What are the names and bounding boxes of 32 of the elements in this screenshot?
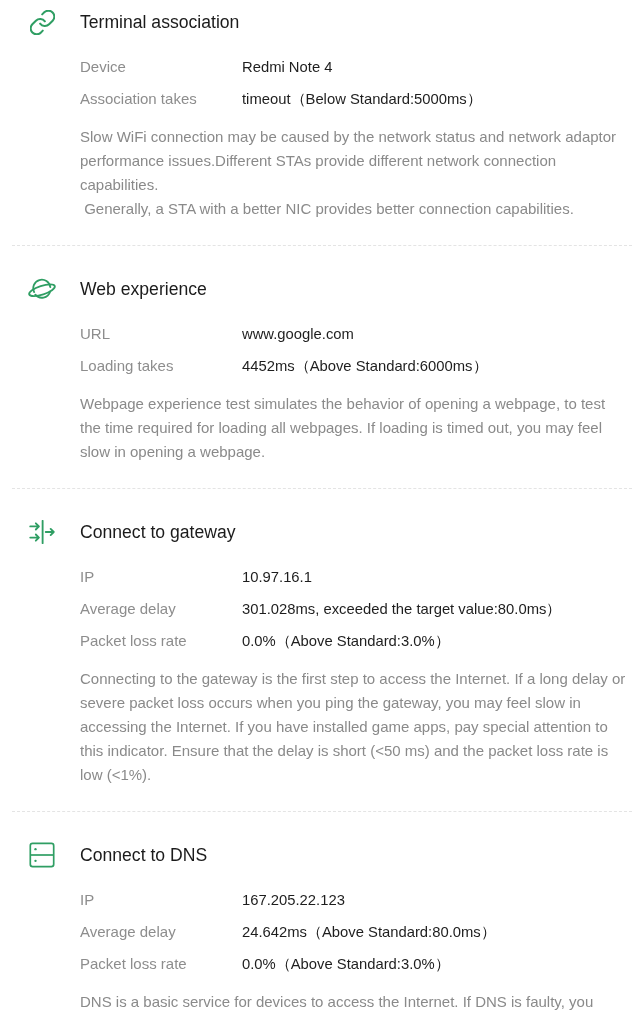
link-icon [29, 9, 55, 35]
field-value: 4452ms（Above Standard:6000ms） [242, 357, 488, 376]
field-label: IP [80, 890, 95, 910]
field-value: 0.0%（Above Standard:3.0%） [242, 632, 450, 651]
field-label: IP [80, 567, 95, 587]
field-label: Packet loss rate [80, 631, 187, 651]
field-label: URL [80, 324, 110, 344]
field-label: Loading takes [80, 356, 174, 376]
field-value: timeout（Below Standard:5000ms） [242, 90, 482, 109]
field-value: 10.97.16.1 [242, 568, 312, 587]
field-value: 24.642ms（Above Standard:80.0ms） [242, 923, 496, 942]
field-label: Device [80, 57, 126, 77]
field-value: Redmi Note 4 [242, 58, 333, 77]
description-text: DNS is a basic service for devices to access the Internet. If DNS is faulty, you [80, 992, 595, 1012]
field-label: Average delay [80, 599, 176, 619]
planet-icon [27, 278, 57, 300]
field-label: Average delay [80, 922, 176, 942]
field-label: Association takes [80, 89, 197, 109]
section-title: Web experience [80, 278, 207, 301]
arrows-to-line-icon [29, 520, 55, 544]
field-value: 0.0%（Above Standard:3.0%） [242, 955, 450, 974]
field-value: 167.205.22.123 [242, 891, 345, 910]
field-value: www.google.com [242, 325, 354, 344]
field-value: 301.028ms, exceeded the target value:80.0ms） [242, 600, 562, 619]
description-text: Webpage experience test simulates the behavior of opening a webpage, to test the time required for loading all webpages. If loading is timed out, you may feel slow in opening a webpage. [80, 394, 607, 462]
description-text: Slow WiFi connection may be caused by the network status and network adaptor performance issues.Different STAs provide different network connection capabilities. Generally, a STA with a better NIC provides better connection capabilities. [80, 127, 618, 219]
description-text: Connecting to the gateway is the first step to access the Internet. If a long delay or severe packet loss occurs when you ping the gateway, you may feel slow in accessing the Internet. If you have installed game apps, pay special attention to this indicator. Ensure that the delay is short (<50 ms) and the packet loss rate is low (<1%). [80, 669, 627, 785]
section-title: Connect to gateway [80, 521, 236, 544]
server-icon [29, 842, 55, 868]
section-title: Connect to DNS [80, 844, 208, 867]
field-label: Packet loss rate [80, 954, 187, 974]
section-title: Terminal association [80, 11, 240, 34]
